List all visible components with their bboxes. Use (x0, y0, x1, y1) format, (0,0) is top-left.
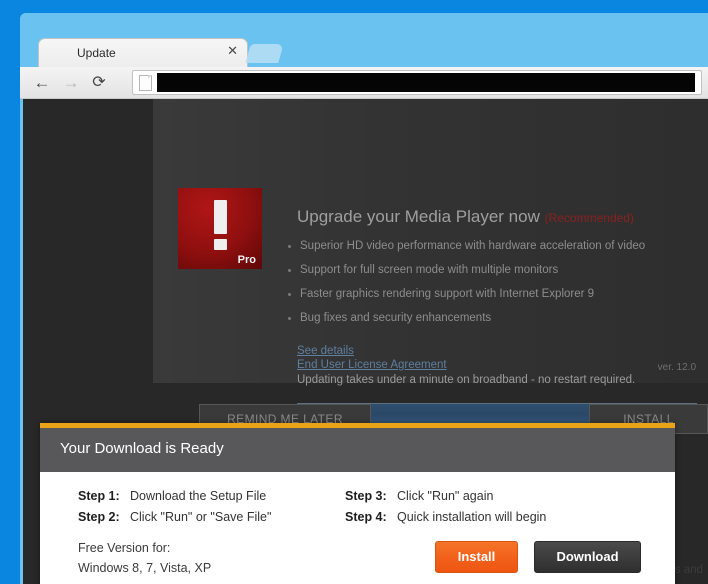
pro-badge-icon: Pro (178, 188, 262, 269)
overlay-header: Your Download is Ready (40, 428, 675, 472)
address-bar[interactable] (132, 70, 702, 95)
steps-column-right: Step 3: Click "Run" again Step 4: Quick in… (345, 486, 546, 528)
page-icon (139, 75, 152, 91)
browser-tab-strip: Update ✕ (20, 13, 708, 68)
feature-item: Support for full screen mode with multip… (287, 264, 687, 276)
pro-badge-label: Pro (237, 254, 256, 266)
step-row: Step 3: Click "Run" again (345, 486, 546, 507)
free-version-block: Free Version for: Windows 8, 7, Vista, X… (78, 538, 211, 578)
url-redaction-bar (157, 73, 695, 92)
promo-headline-recommended: (Recommended) (544, 211, 634, 225)
free-version-platforms: Windows 8, 7, Vista, XP (78, 561, 212, 575)
feature-item: Faster graphics rendering support with I… (287, 288, 687, 300)
overlay-title: Your Download is Ready (60, 440, 224, 457)
step-key: Step 3: (345, 489, 387, 503)
steps-column-left: Step 1: Download the Setup File Step 2: Cl… (78, 486, 271, 528)
step-text: Click "Run" again (397, 489, 494, 503)
promo-headline-text: Upgrade your Media Player now (297, 207, 540, 226)
download-ready-overlay: Your Download is Ready Step 1: Download t… (40, 423, 675, 584)
exclamation-stem (214, 200, 227, 234)
step-text: Download the Setup File (130, 489, 267, 503)
step-text: Click "Run" or "Save File" (130, 510, 272, 524)
step-key: Step 1: (78, 489, 120, 503)
step-key: Step 2: (78, 510, 120, 524)
feature-item: Superior HD video performance with hardw… (287, 240, 687, 252)
step-key: Step 4: (345, 510, 387, 524)
see-details-link[interactable]: See details (297, 345, 447, 357)
overlay-download-button[interactable]: Download (534, 541, 641, 573)
overlay-install-button[interactable]: Install (435, 541, 518, 573)
feature-item: Bug fixes and security enhancements (287, 312, 687, 324)
forward-icon[interactable]: → (60, 72, 82, 94)
browser-tab[interactable]: Update ✕ (38, 38, 248, 68)
exclamation-dot (214, 239, 227, 250)
feature-list: Superior HD video performance with hardw… (287, 240, 687, 336)
browser-toolbar: ← → ⟳ (20, 67, 708, 99)
update-note: Updating takes under a minute on broadba… (297, 374, 636, 386)
back-icon[interactable]: ← (31, 72, 53, 94)
reload-icon[interactable]: ⟳ (88, 72, 110, 94)
step-row: Step 4: Quick installation will begin (345, 507, 546, 528)
promo-links: See details End User License Agreement (297, 345, 447, 373)
version-label: ver. 12.0 (657, 362, 696, 373)
promo-headline: Upgrade your Media Player now (Recommend… (297, 207, 634, 227)
step-row: Step 2: Click "Run" or "Save File" (78, 507, 271, 528)
eula-link[interactable]: End User License Agreement (297, 359, 447, 371)
new-tab-icon[interactable] (245, 44, 284, 63)
step-text: Quick installation will begin (397, 510, 547, 524)
free-version-heading: Free Version for: (78, 541, 171, 555)
browser-tab-title: Update (77, 46, 116, 60)
close-icon[interactable]: ✕ (227, 44, 238, 58)
step-row: Step 1: Download the Setup File (78, 486, 271, 507)
browser-window: Update ✕ ← → ⟳ Pro Upgrade your Media Pl… (20, 13, 708, 584)
overlay-body: Step 1: Download the Setup File Step 2: Cl… (40, 472, 675, 584)
